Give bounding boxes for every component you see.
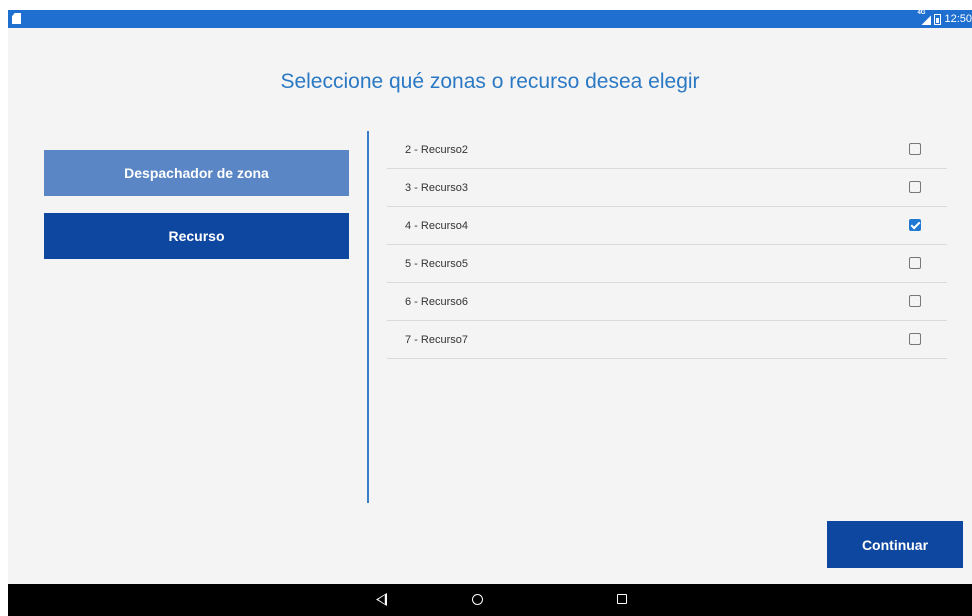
- list-item[interactable]: 4 - Recurso4: [387, 207, 947, 245]
- status-bar: 4G 12:50: [8, 10, 972, 28]
- navigation-bar: [8, 584, 972, 616]
- battery-icon: [934, 13, 942, 25]
- page-title: Seleccione qué zonas o recurso desea ele…: [280, 70, 700, 93]
- status-right: 4G 12:50: [917, 10, 972, 28]
- list-item-label: 3 - Recurso3: [405, 181, 468, 194]
- resource-list: 2 - Recurso2 3 - Recurso3 4 - Recurso4 5…: [387, 131, 947, 359]
- list-item[interactable]: 2 - Recurso2: [387, 131, 947, 169]
- resource-checkbox[interactable]: [909, 181, 921, 193]
- vertical-divider: [367, 131, 369, 503]
- continue-button[interactable]: Continuar: [827, 521, 963, 568]
- back-icon[interactable]: [362, 584, 402, 616]
- app-screen: 4G 12:50 Seleccione qué zonas o recurso …: [8, 10, 972, 616]
- list-item-label: 7 - Recurso7: [405, 333, 468, 346]
- signal-icon: 4G: [917, 10, 931, 25]
- recent-apps-icon[interactable]: [602, 584, 642, 616]
- list-item-label: 2 - Recurso2: [405, 143, 468, 156]
- resource-checkbox[interactable]: [909, 257, 921, 269]
- zone-dispatcher-button[interactable]: Despachador de zona: [44, 150, 349, 196]
- resource-checkbox[interactable]: [909, 333, 921, 345]
- resource-checkbox[interactable]: [909, 143, 921, 155]
- signal-label: 4G: [917, 10, 926, 16]
- resource-checkbox[interactable]: [909, 295, 921, 307]
- list-item[interactable]: 7 - Recurso7: [387, 321, 947, 359]
- list-item-label: 4 - Recurso4: [405, 219, 468, 232]
- list-item-label: 5 - Recurso5: [405, 257, 468, 270]
- home-icon[interactable]: [458, 584, 498, 616]
- sd-card-icon: [12, 13, 21, 24]
- list-item[interactable]: 5 - Recurso5: [387, 245, 947, 283]
- resource-button[interactable]: Recurso: [44, 213, 349, 259]
- list-item-label: 6 - Recurso6: [405, 295, 468, 308]
- resource-checkbox[interactable]: [909, 219, 921, 231]
- list-item[interactable]: 6 - Recurso6: [387, 283, 947, 321]
- list-item[interactable]: 3 - Recurso3: [387, 169, 947, 207]
- status-time: 12:50: [944, 13, 972, 25]
